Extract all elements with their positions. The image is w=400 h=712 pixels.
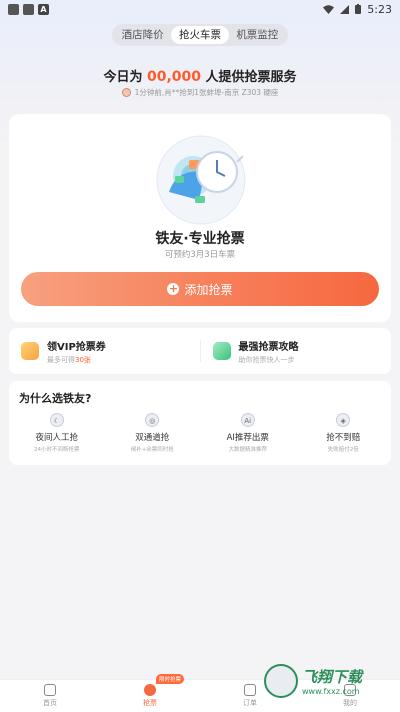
nav-label: 抢票 [143, 699, 157, 707]
promo-subtitle: 助你抢票快人一步 [238, 355, 295, 364]
feature-subtitle: 24小时不间断抢票 [34, 447, 80, 453]
app-badge-icon: A [38, 3, 49, 15]
add-button-label: 添加抢票 [184, 282, 233, 297]
nav-home[interactable]: 首页 [0, 680, 100, 712]
status-time: 5:23 [367, 2, 392, 16]
order-icon [244, 684, 256, 696]
feature-item[interactable]: ☾ 夜间人工抢 24小时不间断抢票 [9, 413, 105, 453]
guide-icon [212, 342, 231, 360]
ai-icon: Ai [240, 413, 255, 427]
feature-subtitle: 大数据精准推荐 [228, 447, 267, 453]
category-tabs: 酒店降价 抢火车票 机票监控 [112, 24, 288, 46]
service-headline: 今日为 00,000 人提供抢票服务 [0, 66, 400, 85]
tab-hotel-discount[interactable]: 酒店降价 [114, 26, 171, 44]
dual-channel-icon: ◎ [145, 413, 160, 427]
feature-item[interactable]: ◎ 双通道抢 候补+余票同时抢 [105, 413, 201, 453]
feature-item[interactable]: Ai AI推荐出票 大数据精准推荐 [200, 413, 296, 453]
card-subtitle: 可预约3月3日车票 [164, 250, 236, 260]
notification-icon [23, 3, 34, 15]
headline-suffix: 人提供抢票服务 [205, 70, 297, 85]
add-grab-ticket-button[interactable]: + 添加抢票 [21, 272, 379, 306]
feature-subtitle: 候补+余票同时抢 [130, 447, 174, 453]
feature-list: ☾ 夜间人工抢 24小时不间断抢票 ◎ 双通道抢 候补+余票同时抢 Ai AI推… [9, 413, 391, 453]
user-avatar-icon [121, 88, 131, 97]
card-title: 铁友·专业抢票 [155, 231, 245, 247]
promo-subtitle: 最多可得30张 [47, 355, 106, 365]
nav-label: 首页 [43, 699, 57, 707]
train-clock-illustration [156, 135, 246, 225]
ticket-icon [144, 684, 156, 696]
feature-item[interactable]: ◈ 抢不到赔 失败赔付2倍 [296, 413, 392, 453]
why-title: 为什么选铁友? [19, 392, 92, 405]
watermark-url: www.fxxz.com [302, 687, 360, 696]
nav-grab-ticket[interactable]: 限时抢票 抢票 [100, 674, 200, 712]
nav-label: 订单 [243, 699, 257, 707]
limited-badge: 限时抢票 [156, 674, 185, 684]
feature-title: 双通道抢 [135, 433, 170, 443]
home-icon [44, 684, 56, 696]
battery-icon [355, 4, 362, 14]
watermark-text: 飞翔下载 [302, 668, 363, 686]
site-watermark: 飞翔下载 www.fxxz.com [264, 660, 392, 702]
plus-circle-icon: + [167, 282, 180, 295]
promo-row: 领VIP抢票券 最多可得30张 最强抢票攻略 助你抢票快人一步 [9, 328, 391, 374]
tab-flight-monitor[interactable]: 机票监控 [229, 26, 286, 44]
activity-ticker: 1分钟前,肖**抢到1张蚌埠-南京 Z303 硬座 [0, 87, 400, 98]
promo-title: 最强抢票攻略 [238, 341, 299, 353]
ticker-text: 1分钟前,肖**抢到1张蚌埠-南京 Z303 硬座 [134, 88, 279, 97]
headline-count: 00,000 [146, 69, 202, 85]
feature-title: 抢不到赔 [326, 433, 361, 443]
status-left: A [8, 3, 49, 15]
promo-strategy-guide[interactable]: 最强抢票攻略 助你抢票快人一步 [201, 338, 392, 365]
status-bar: A 5:23 [0, 0, 400, 18]
promo-sub-text: 最多可得 [47, 355, 75, 364]
moon-icon: ☾ [49, 413, 64, 427]
promo-title: 领VIP抢票券 [47, 341, 106, 353]
why-choose-card: 为什么选铁友? ☾ 夜间人工抢 24小时不间断抢票 ◎ 双通道抢 候补+余票同时… [9, 381, 391, 465]
notification-icon [8, 3, 19, 15]
signal-icon [340, 4, 350, 14]
feature-title: AI推荐出票 [226, 433, 269, 443]
feature-title: 夜间人工抢 [35, 433, 78, 443]
feature-subtitle: 失败赔付2倍 [327, 447, 359, 453]
grab-ticket-card: 铁友·专业抢票 可预约3月3日车票 + 添加抢票 [9, 114, 391, 322]
watermark-logo-icon [264, 664, 298, 698]
headline-prefix: 今日为 [103, 70, 143, 85]
wifi-icon [323, 4, 335, 14]
status-right: 5:23 [323, 3, 392, 16]
coupon-icon [21, 342, 39, 360]
tab-train-tickets[interactable]: 抢火车票 [171, 26, 229, 44]
shield-icon: ◈ [336, 413, 351, 427]
promo-highlight: 30张 [75, 355, 91, 364]
promo-vip-coupon[interactable]: 领VIP抢票券 最多可得30张 [9, 338, 200, 365]
